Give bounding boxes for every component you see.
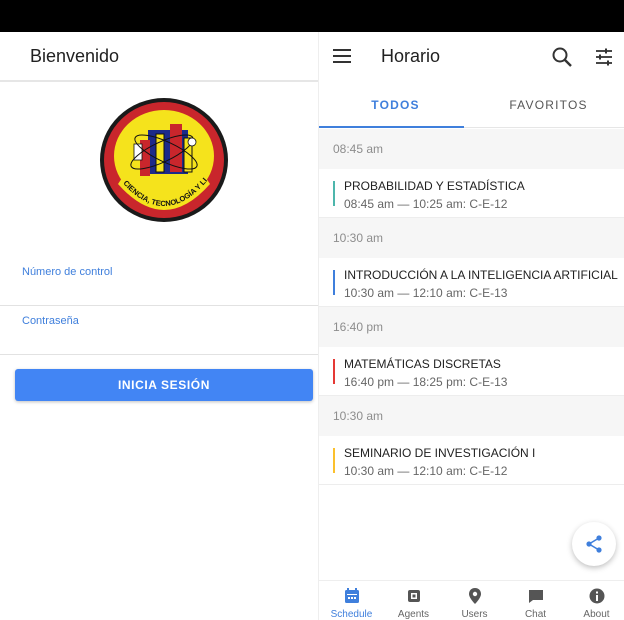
session-item[interactable]: MATEMÁTICAS DISCRETAS 16:40 pm — 18:25 p…: [319, 347, 624, 396]
session-name: SEMINARIO DE INVESTIGACIÓN I: [344, 446, 536, 460]
share-icon: [586, 535, 602, 553]
track-color-bar: [333, 359, 335, 384]
time-header: 10:30 am: [319, 396, 624, 436]
session-item[interactable]: SEMINARIO DE INVESTIGACIÓN I 10:30 am — …: [319, 436, 624, 485]
status-bar: [0, 0, 624, 32]
login-screen: Bienvenido CIENCIA, TECNOLOGÍA Y LIBERTA…: [0, 32, 318, 620]
nav-schedule[interactable]: Schedule: [321, 581, 382, 620]
track-color-bar: [333, 448, 335, 473]
filter-icon[interactable]: [593, 46, 615, 68]
bottom-navigation: Schedule Agents Users Chat About: [319, 580, 624, 620]
nav-chat[interactable]: Chat: [505, 581, 566, 620]
session-name: MATEMÁTICAS DISCRETAS: [344, 357, 501, 371]
track-color-bar: [333, 270, 335, 295]
menu-icon[interactable]: [333, 49, 351, 63]
school-logo: CIENCIA, TECNOLOGÍA Y LIBERTAD: [93, 87, 232, 226]
nav-about[interactable]: About: [566, 581, 624, 620]
time-header: 10:30 am: [319, 218, 624, 258]
login-app-bar: Bienvenido: [0, 32, 318, 82]
control-number-label: Número de control: [22, 266, 113, 278]
nav-label: About: [583, 609, 610, 620]
schedule-app-bar: Horario: [319, 32, 624, 82]
calendar-icon: [344, 588, 359, 603]
schedule-tabs: TODOS FAVORITOS: [319, 82, 624, 128]
track-color-bar: [333, 181, 335, 206]
chat-icon: [528, 590, 543, 603]
search-icon[interactable]: [551, 46, 573, 68]
session-meta: 10:30 am — 12:10 am: C-E-12: [344, 464, 508, 478]
session-list: 08:45 am PROBABILIDAD Y ESTADÍSTICA 08:4…: [319, 129, 624, 485]
password-label: Contraseña: [22, 315, 79, 327]
share-button[interactable]: [572, 522, 616, 566]
location-pin-icon: [468, 588, 481, 604]
info-icon: [589, 588, 604, 604]
tab-todos[interactable]: TODOS: [319, 82, 472, 128]
login-title: Bienvenido: [30, 45, 120, 66]
password-field[interactable]: Contraseña: [0, 310, 318, 355]
schedule-screen: Horario TODOS FAVORITOS 08:45 am PROBABI…: [318, 32, 624, 620]
session-meta: 10:30 am — 12:10 am: C-E-13: [344, 286, 508, 300]
tab-favoritos[interactable]: FAVORITOS: [472, 82, 624, 128]
login-button[interactable]: INICIA SESIÓN: [15, 369, 313, 401]
session-item[interactable]: INTRODUCCIÓN A LA INTELIGENCIA ARTIFICIA…: [319, 258, 624, 307]
session-meta: 08:45 am — 10:25 am: C-E-12: [344, 197, 508, 211]
nav-label: Agents: [397, 609, 430, 620]
active-tab-indicator: [319, 126, 464, 128]
chip-icon: [407, 590, 420, 602]
nav-label: Users: [461, 609, 488, 620]
control-number-field[interactable]: Número de control: [0, 260, 318, 306]
session-name: PROBABILIDAD Y ESTADÍSTICA: [344, 179, 525, 193]
session-meta: 16:40 pm — 18:25 pm: C-E-13: [344, 375, 508, 389]
time-header: 16:40 pm: [319, 307, 624, 347]
nav-label: Schedule: [330, 609, 373, 620]
session-name: INTRODUCCIÓN A LA INTELIGENCIA ARTIFICIA…: [344, 268, 618, 282]
nav-users[interactable]: Users: [444, 581, 505, 620]
time-header: 08:45 am: [319, 129, 624, 169]
schedule-title: Horario: [381, 46, 441, 66]
nav-agents[interactable]: Agents: [383, 581, 444, 620]
nav-label: Chat: [524, 609, 547, 620]
session-item[interactable]: PROBABILIDAD Y ESTADÍSTICA 08:45 am — 10…: [319, 169, 624, 218]
